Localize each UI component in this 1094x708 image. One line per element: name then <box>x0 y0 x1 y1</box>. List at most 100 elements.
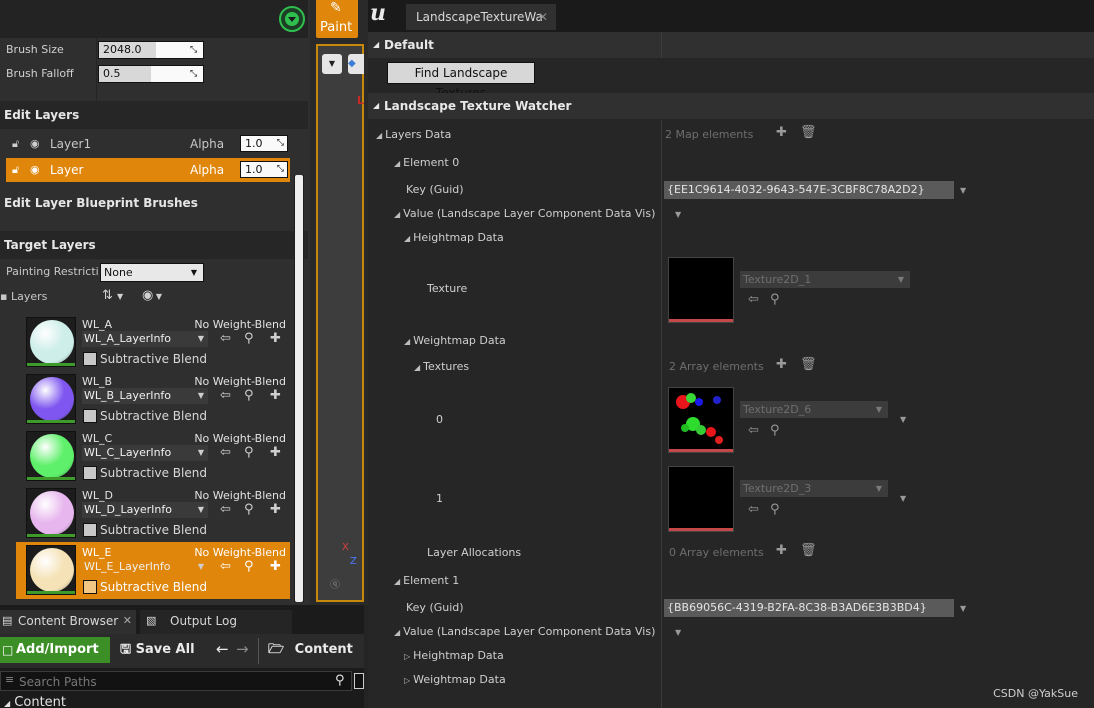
heightmap-data-row[interactable]: ▷ Heightmap Data <box>404 649 504 662</box>
edit-layers-header[interactable]: Edit Layers <box>0 101 308 129</box>
value-row[interactable]: ◢ Value (Landscape Layer Component Data V… <box>394 625 655 638</box>
content-path-button[interactable]: 🗁︎ Content <box>268 637 353 663</box>
target-layer-item-selected[interactable]: WL_E No Weight-Blend WL_E_LayerInfo ▼ ⇦ ⚲ ✚… <box>16 542 290 599</box>
heightmap-data-row[interactable]: ◢ Heightmap Data <box>404 231 504 244</box>
category-default[interactable]: ◢ Default <box>368 32 1094 58</box>
paint-mode-button[interactable]: ✎ Paint <box>316 0 358 38</box>
use-selected-icon[interactable]: ⇦ <box>748 423 759 438</box>
chevron-down-icon[interactable]: ▼ <box>675 628 681 637</box>
visibility-icon[interactable]: ◉ ▼ <box>142 288 162 303</box>
subtractive-blend-checkbox[interactable] <box>83 352 97 366</box>
target-layer-item[interactable]: WL_D No Weight-Blend WL_D_LayerInfo ▼ ⇦ ⚲ ✚… <box>16 485 290 542</box>
subtractive-blend-checkbox[interactable] <box>83 580 97 594</box>
save-all-button[interactable]: 🖫︎ Save All <box>120 637 195 663</box>
add-import-button[interactable]: □ Add/Import ▼ <box>0 637 110 681</box>
target-layers-header[interactable]: Target Layers <box>0 231 308 259</box>
element1-row[interactable]: ◢ Element 1 <box>394 574 459 587</box>
viewport-options-button[interactable]: ▼ <box>322 54 342 74</box>
trash-icon[interactable]: 🗑︎ <box>800 125 817 140</box>
layer-info-select[interactable]: WL_B_LayerInfo ▼ <box>82 388 208 404</box>
add-icon[interactable]: ✚ <box>270 559 281 574</box>
texture-select[interactable]: Texture2D_6 ▼ <box>740 401 888 418</box>
eye-icon[interactable]: ◉ <box>30 138 42 150</box>
add-icon[interactable]: ✚ <box>776 125 787 140</box>
add-icon[interactable]: ✚ <box>776 543 787 558</box>
find-landscape-textures-button[interactable]: Find Landscape Textures <box>387 62 535 100</box>
target-layer-item[interactable]: WL_B No Weight-Blend WL_B_LayerInfo ▼ ⇦ ⚲ ✚… <box>16 371 290 428</box>
add-icon[interactable]: ✚ <box>270 388 281 403</box>
browse-icon[interactable]: ⚲ <box>770 502 780 517</box>
painting-restriction-select[interactable]: None ▼ <box>100 263 204 282</box>
browse-icon[interactable]: ⚲ <box>770 292 780 307</box>
back-arrow-icon[interactable]: ← <box>216 640 229 658</box>
weightmap-thumbnail-1[interactable] <box>668 466 734 532</box>
browse-icon[interactable]: ⚲ <box>244 331 254 346</box>
use-selected-icon[interactable]: ⇦ <box>748 502 759 517</box>
scrollbar-thumb[interactable] <box>295 175 303 602</box>
use-selected-icon[interactable]: ⇦ <box>748 292 759 307</box>
layer-info-select[interactable]: WL_E_LayerInfo ▼ <box>82 559 208 575</box>
brush-falloff-input[interactable]: 0.5 ⤡ <box>98 65 204 83</box>
add-icon[interactable]: ✚ <box>270 445 281 460</box>
add-icon[interactable]: ✚ <box>776 357 787 372</box>
use-selected-icon[interactable]: ⇦ <box>220 502 231 517</box>
tree-item-content[interactable]: ◢ Content <box>4 695 66 708</box>
weightmap-data-row[interactable]: ▷ Weightmap Data <box>404 673 506 686</box>
browse-icon[interactable]: ⚲ <box>244 445 254 460</box>
help-icon[interactable]: ⓠ <box>330 576 340 591</box>
add-icon[interactable]: ✚ <box>270 502 281 517</box>
element0-row[interactable]: ◢ Element 0 <box>394 156 459 169</box>
browse-icon[interactable]: ⚲ <box>244 502 254 517</box>
trash-icon[interactable]: 🗑︎ <box>800 543 817 558</box>
alpha-input[interactable]: 1.0 ⤡ <box>240 161 288 178</box>
landscape-mode-icon[interactable] <box>279 6 305 32</box>
viewport-frame[interactable]: ▼ ◆ L X Z ⓠ <box>316 44 364 602</box>
edit-layer-row-selected[interactable]: 🔓︎ ◉ Layer Alpha 1.0 ⤡ <box>6 158 290 182</box>
search-paths-input[interactable]: ≡ Search Paths ⚲ <box>0 671 352 691</box>
chevron-down-icon[interactable]: ▼ <box>675 210 681 219</box>
tab-output-log[interactable]: ▧ Output Log <box>140 610 292 634</box>
lock-icon[interactable]: 🔓︎ <box>12 138 24 150</box>
alpha-input[interactable]: 1.0 ⤡ <box>240 135 288 152</box>
layers-data-row[interactable]: ◢ Layers Data <box>376 128 451 141</box>
close-icon[interactable]: ✕ <box>538 4 548 30</box>
subtractive-blend-checkbox[interactable] <box>83 523 97 537</box>
textures-row[interactable]: ◢ Textures <box>414 360 469 373</box>
weightmap-data-row[interactable]: ◢ Weightmap Data <box>404 334 506 347</box>
browse-icon[interactable]: ⚲ <box>770 423 780 438</box>
view-options-button[interactable] <box>354 673 364 689</box>
use-selected-icon[interactable]: ⇦ <box>220 559 231 574</box>
category-landscape-texture-watcher[interactable]: ◢ Landscape Texture Watcher <box>368 93 1094 119</box>
layer-info-select[interactable]: WL_D_LayerInfo ▼ <box>82 502 208 518</box>
lock-icon[interactable]: 🔓︎ <box>12 164 24 176</box>
chevron-down-icon[interactable]: ▼ <box>960 186 966 195</box>
tab-landscape-texture-watcher[interactable]: LandscapeTextureWa ✕ <box>406 4 556 30</box>
brush-size-input[interactable]: 2048.0 ⤡ <box>98 41 204 59</box>
search-icon[interactable]: ⚲ <box>335 673 345 688</box>
layer-info-select[interactable]: WL_A_LayerInfo ▼ <box>82 331 208 347</box>
chevron-down-icon[interactable]: ▼ <box>900 415 906 424</box>
eye-icon[interactable]: ◉ <box>30 164 42 176</box>
target-layer-item[interactable]: WL_C No Weight-Blend WL_C_LayerInfo ▼ ⇦ ⚲ ✚… <box>16 428 290 485</box>
chevron-down-icon[interactable]: ▼ <box>900 494 906 503</box>
perspective-button[interactable]: ◆ <box>348 54 364 74</box>
guid-field[interactable]: {EE1C9614-4032-9643-547E-3CBF8C78A2D2} <box>664 181 954 199</box>
subtractive-blend-checkbox[interactable] <box>83 409 97 423</box>
use-selected-icon[interactable]: ⇦ <box>220 388 231 403</box>
blueprint-brushes-header[interactable]: Edit Layer Blueprint Brushes <box>0 189 308 217</box>
subtractive-blend-checkbox[interactable] <box>83 466 97 480</box>
tab-content-browser[interactable]: ▤ Content Browser ✕ <box>0 610 136 634</box>
browse-icon[interactable]: ⚲ <box>244 388 254 403</box>
scrollbar-track[interactable] <box>294 175 304 602</box>
trash-icon[interactable]: 🗑︎ <box>800 357 817 372</box>
texture-select[interactable]: Texture2D_1 ▼ <box>740 271 910 288</box>
use-selected-icon[interactable]: ⇦ <box>220 445 231 460</box>
edit-layer-row[interactable]: 🔓︎ ◉ Layer1 Alpha 1.0 ⤡ <box>6 132 290 156</box>
sort-icon[interactable]: ⇅ ▼ <box>102 288 123 303</box>
value-row[interactable]: ◢ Value (Landscape Layer Component Data V… <box>394 207 655 220</box>
add-icon[interactable]: ✚ <box>270 331 281 346</box>
layer-info-select[interactable]: WL_C_LayerInfo ▼ <box>82 445 208 461</box>
texture-thumbnail[interactable] <box>668 257 734 323</box>
weightmap-thumbnail-0[interactable] <box>668 387 734 453</box>
target-layer-item[interactable]: WL_A No Weight-Blend WL_A_LayerInfo ▼ ⇦ ⚲ ✚… <box>16 314 290 371</box>
